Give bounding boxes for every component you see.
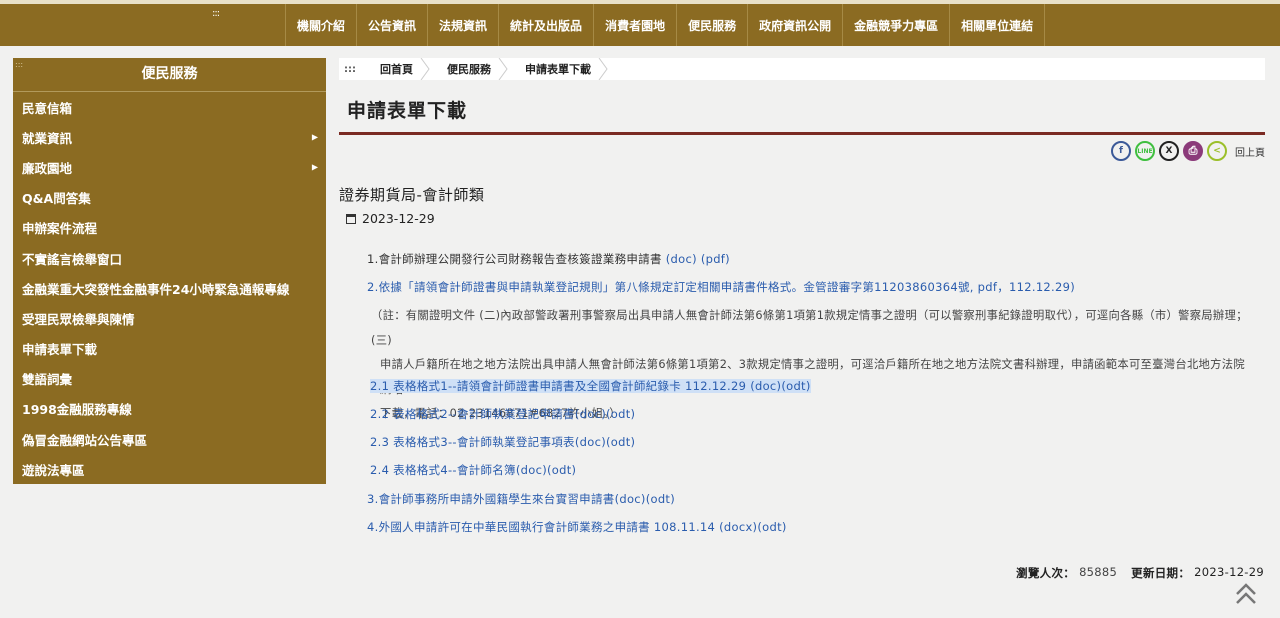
nav-item-services[interactable]: 便民服務 (676, 4, 747, 46)
breadcrumb-separator-icon (498, 58, 508, 80)
sidebar-item-label: 1998金融服務專線 (22, 402, 132, 418)
x-icon[interactable]: X (1159, 141, 1179, 161)
sidebar-item-lobbying[interactable]: 遊說法專區 (13, 454, 326, 484)
sidebar-item-label: 受理民眾檢舉與陳情 (22, 311, 135, 327)
sidebar-item-forms-download[interactable]: 申請表單下載 (13, 334, 326, 364)
doc-item-1-text: 1.會計師辦理公開發行公司財務報告查核簽證業務申請書 (367, 252, 666, 266)
accesskey-dots[interactable]: ::: (212, 8, 220, 19)
sidebar-item-employment[interactable]: 就業資訊 ▶ (13, 122, 326, 152)
breadcrumb-current[interactable]: 申請表單下載 (511, 58, 611, 80)
nav-item-gov-info[interactable]: 政府資訊公開 (747, 4, 842, 46)
sidebar-title: 便民服務 (13, 58, 326, 92)
sidebar-item-label: 申辦案件流程 (22, 221, 98, 237)
back-icon[interactable]: < (1207, 141, 1227, 161)
breadcrumb-accesskey-dots[interactable]: ::: (339, 64, 366, 75)
share-toolbar: f LINE X ⎙ < 回上頁 (1111, 141, 1265, 161)
doc-item-4[interactable]: 4.外國人申請許可在中華民國執行會計師業務之申請書 108.11.14 (doc… (367, 519, 787, 535)
section-title: 證券期貨局-會計師類 (339, 186, 485, 204)
doc-item-1-links[interactable]: (doc) (pdf) (666, 252, 730, 266)
sidebar-item-label: 偽冒金融網站公告專區 (22, 432, 148, 448)
top-header: ::: 機關介紹 公告資訊 法規資訊 統計及出版品 消費者園地 便民服務 政府資… (0, 0, 1280, 46)
note-line-1: （註：有關證明文件 (二)內政部警政署刑事警察局出具申請人無會計師法第6條第1項… (371, 309, 1248, 347)
nav-item-announcements[interactable]: 公告資訊 (356, 4, 427, 46)
line-icon[interactable]: LINE (1135, 141, 1155, 161)
sidebar-item-emergency-hotline[interactable]: 金融業重大突發性金融事件24小時緊急通報專線 (13, 273, 326, 303)
sidebar-item-label: 民意信箱 (22, 100, 73, 116)
date-value: 2023-12-29 (362, 211, 435, 226)
sidebar-item-mailbox[interactable]: 民意信箱 (13, 92, 326, 122)
doc-subitem-2-1[interactable]: 2.1 表格格式1--請領會計師證書申請書及全國會計師紀錄卡 112.12.29… (370, 378, 811, 394)
nav-item-statistics[interactable]: 統計及出版品 (498, 4, 593, 46)
doc-item-3[interactable]: 3.會計師事務所申請外國籍學生來台實習申請書(doc)(odt) (367, 491, 675, 507)
sidebar-item-rumor-report[interactable]: 不實謠言檢舉窗口 (13, 243, 326, 273)
sidebar-item-glossary[interactable]: 雙語詞彙 (13, 364, 326, 394)
breadcrumb-separator-icon (598, 58, 608, 80)
sidebar-item-label: 金融業重大突發性金融事件24小時緊急通報專線 (22, 281, 290, 297)
breadcrumb-label: 便民服務 (447, 63, 491, 76)
print-icon[interactable]: ⎙ (1183, 141, 1203, 161)
page-title: 申請表單下載 (347, 100, 468, 122)
nav-item-related-links[interactable]: 相關單位連結 (949, 4, 1046, 46)
views-value: 85885 (1079, 565, 1118, 579)
doc-subitem-2-3[interactable]: 2.3 表格格式3--會計師執業登記事項表(doc)(odt) (370, 434, 635, 450)
sidebar-item-label: 遊說法專區 (22, 462, 85, 478)
breadcrumb: ::: 回首頁 便民服務 申請表單下載 (339, 58, 1265, 80)
facebook-icon[interactable]: f (1111, 141, 1131, 161)
updated-value: 2023-12-29 (1194, 565, 1264, 579)
breadcrumb-separator-icon (420, 58, 430, 80)
calendar-icon (346, 213, 356, 224)
sidebar-item-label: Q&A問答集 (22, 191, 91, 207)
doc-subitem-2-1-link[interactable]: 2.1 表格格式1--請領會計師證書申請書及全國會計師紀錄卡 112.12.29… (370, 379, 811, 393)
sidebar-item-case-process[interactable]: 申辦案件流程 (13, 213, 326, 243)
sidebar-item-label: 就業資訊 (22, 130, 73, 146)
chevron-right-icon: ▶ (311, 162, 318, 172)
sidebar: ::: 便民服務 民意信箱 就業資訊 ▶ 廉政園地 ▶ Q&A問答集 申辦案件流程 … (13, 58, 326, 484)
sidebar-item-label: 不實謠言檢舉窗口 (22, 251, 123, 267)
back-to-top-icon[interactable] (1234, 582, 1258, 606)
sidebar-item-1998-hotline[interactable]: 1998金融服務專線 (13, 394, 326, 424)
breadcrumb-home[interactable]: 回首頁 (366, 58, 433, 80)
sidebar-item-label: 申請表單下載 (22, 342, 98, 358)
sidebar-item-faq[interactable]: Q&A問答集 (13, 183, 326, 213)
doc-item-2[interactable]: 2.依據「請領會計師證書與申請執業登記規則」第八條規定訂定相關申請書件格式。金管… (367, 279, 1075, 295)
sidebar-item-label: 廉政園地 (22, 160, 73, 176)
title-divider (339, 132, 1265, 135)
sidebar-item-integrity[interactable]: 廉政園地 ▶ (13, 152, 326, 182)
sidebar-item-complaints[interactable]: 受理民眾檢舉與陳情 (13, 303, 326, 333)
breadcrumb-label: 申請表單下載 (525, 63, 591, 76)
breadcrumb-services[interactable]: 便民服務 (433, 58, 511, 80)
nav-item-regulations[interactable]: 法規資訊 (427, 4, 498, 46)
main-nav: 機關介紹 公告資訊 法規資訊 統計及出版品 消費者園地 便民服務 政府資訊公開 … (285, 4, 1046, 46)
doc-subitem-2-4[interactable]: 2.4 表格格式4--會計師名簿(doc)(odt) (370, 462, 576, 478)
nav-item-competitiveness[interactable]: 金融競爭力專區 (842, 4, 949, 46)
views-label: 瀏覽人次： (1016, 566, 1076, 580)
sidebar-item-label: 雙語詞彙 (22, 372, 73, 388)
updated-label: 更新日期： (1131, 566, 1191, 580)
doc-item-1: 1.會計師辦理公開發行公司財務報告查核簽證業務申請書 (doc) (pdf) (367, 251, 730, 267)
publish-date: 2023-12-29 (346, 211, 435, 226)
sidebar-accesskey-dots[interactable]: ::: (15, 60, 23, 69)
nav-item-about[interactable]: 機關介紹 (285, 4, 356, 46)
main-content: ::: 回首頁 便民服務 申請表單下載 申請表單下載 f LINE X ⎙ < … (339, 58, 1265, 534)
page-stats: 瀏覽人次： 85885 更新日期： 2023-12-29 (1016, 565, 1264, 581)
breadcrumb-label: 回首頁 (380, 63, 413, 76)
nav-item-consumers[interactable]: 消費者園地 (593, 4, 676, 46)
back-label[interactable]: 回上頁 (1235, 144, 1265, 159)
sidebar-item-fake-sites[interactable]: 偽冒金融網站公告專區 (13, 424, 326, 454)
chevron-right-icon: ▶ (311, 132, 318, 142)
doc-subitem-2-2[interactable]: 2.2 表格格式2--會計師執業登記申請書(doc)(odt) (370, 406, 635, 422)
